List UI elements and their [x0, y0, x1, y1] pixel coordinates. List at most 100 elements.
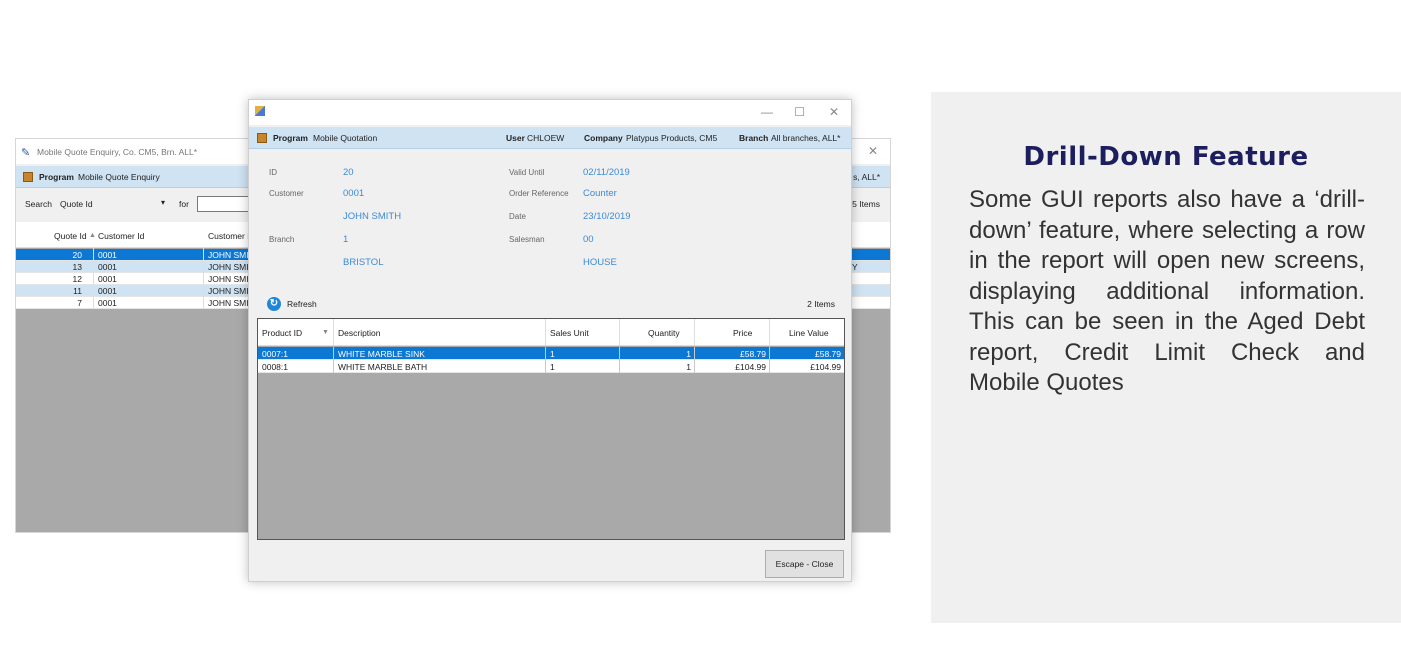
refresh-icon[interactable]: ↻ — [267, 297, 281, 311]
minimize-icon[interactable]: — — [761, 105, 773, 119]
column-product-id[interactable]: Product ID — [262, 328, 302, 338]
program-bar: Program Mobile Quotation User CHLOEW Com… — [249, 127, 851, 149]
company-label: Company — [584, 133, 623, 143]
cell-quote-id: 20 — [72, 250, 82, 260]
cell-quote-id: 7 — [77, 298, 82, 308]
salesman-code: 00 — [583, 234, 594, 245]
panel-heading: Drill-Down Feature — [1023, 142, 1309, 172]
branch-value: All branches, ALL* — [771, 133, 841, 143]
customer-label: Customer — [269, 189, 304, 198]
column-divider — [545, 360, 546, 373]
user-value: CHLOEW — [527, 133, 565, 143]
column-divider — [545, 347, 546, 360]
cell-quantity: 1 — [686, 349, 691, 359]
table-header: Product ID ▼ Description Sales Unit Quan… — [258, 319, 844, 346]
column-divider — [333, 319, 334, 346]
cell-customer-name: JOHN SMI — [208, 274, 249, 284]
cell-customer-id: 0001 — [98, 274, 117, 284]
table-row[interactable]: 0007:1 WHITE MARBLE SINK 1 1 £58.79 £58.… — [258, 347, 844, 360]
search-field-select[interactable]: Quote Id — [60, 199, 93, 209]
cell-customer-name: JOHN SMI — [208, 262, 249, 272]
order-reference-value: Counter — [583, 188, 617, 199]
customer-name: JOHN SMITH — [343, 211, 402, 222]
column-divider — [333, 347, 334, 360]
column-sales-unit[interactable]: Sales Unit — [550, 328, 589, 338]
column-quote-id[interactable]: Quote Id — [54, 231, 87, 241]
branch-name: BRISTOL — [343, 257, 384, 268]
column-description[interactable]: Description — [338, 328, 381, 338]
program-icon — [257, 133, 267, 143]
user-label: User — [506, 133, 525, 143]
info-panel: Drill-Down Feature Some GUI reports also… — [931, 92, 1401, 623]
cell-customer-id: 0001 — [98, 286, 117, 296]
close-icon[interactable]: ✕ — [868, 144, 878, 158]
cell-line-value: £104.99 — [810, 362, 841, 372]
refresh-button[interactable]: Refresh — [287, 299, 317, 309]
close-icon[interactable]: ✕ — [829, 105, 839, 119]
id-label: ID — [269, 168, 277, 177]
column-line-value[interactable]: Line Value — [789, 328, 829, 338]
chevron-down-icon[interactable]: ▾ — [161, 198, 165, 207]
column-divider — [545, 319, 546, 346]
app-icon: ✎ — [21, 147, 31, 159]
column-divider — [619, 319, 620, 346]
program-icon — [23, 172, 33, 182]
window-title: Mobile Quote Enquiry, Co. CM5, Brn. ALL* — [37, 147, 198, 157]
items-count: 5 Items — [852, 199, 880, 209]
cell-price: £58.79 — [740, 349, 766, 359]
branch-info-label: Branch — [269, 235, 295, 244]
maximize-icon[interactable]: ☐ — [794, 105, 805, 119]
valid-until-value: 02/11/2019 — [583, 167, 630, 178]
quote-lines-table: Product ID ▼ Description Sales Unit Quan… — [257, 318, 845, 540]
salesman-name: HOUSE — [583, 257, 617, 268]
cell-customer-name: JOHN SMI — [208, 286, 249, 296]
column-customer-name[interactable]: Customer N — [208, 231, 253, 241]
table-row[interactable]: 0008:1 WHITE MARBLE BATH 1 1 £104.99 £10… — [258, 360, 844, 373]
customer-code: 0001 — [343, 188, 365, 199]
date-label: Date — [509, 212, 526, 221]
app-icon — [255, 106, 265, 116]
column-divider — [769, 319, 770, 346]
mobile-quotation-dialog: — ☐ ✕ Program Mobile Quotation User CHLO… — [248, 99, 852, 582]
column-price[interactable]: Price — [733, 328, 752, 338]
cell-quote-id: 11 — [73, 286, 82, 296]
cell-line-value: £58.79 — [815, 349, 841, 359]
program-label: Program — [273, 133, 308, 143]
cell-tail: Y — [852, 262, 858, 272]
cell-customer-name: JOHN SMI — [208, 250, 249, 260]
cell-sales-unit: 1 — [550, 349, 555, 359]
cell-quote-id: 13 — [72, 262, 82, 272]
column-divider — [203, 248, 204, 308]
search-label: Search — [25, 199, 52, 209]
for-label: for — [179, 199, 189, 209]
salesman-label: Salesman — [509, 235, 545, 244]
cell-customer-name: JOHN SMI — [208, 298, 249, 308]
cell-product-id: 0007:1 — [262, 349, 288, 359]
column-customer-id[interactable]: Customer Id — [98, 231, 144, 241]
company-value: Platypus Products, CM5 — [626, 133, 718, 143]
branch-value: s, ALL* — [853, 172, 880, 182]
id-value: 20 — [343, 167, 354, 178]
cell-description: WHITE MARBLE BATH — [338, 362, 428, 372]
cell-customer-id: 0001 — [98, 250, 117, 260]
cell-product-id: 0008:1 — [262, 362, 288, 372]
sort-desc-icon: ▼ — [322, 329, 329, 336]
column-quantity[interactable]: Quantity — [648, 328, 680, 338]
column-divider — [694, 319, 695, 346]
title-bar: — ☐ ✕ — [249, 100, 851, 125]
escape-close-button[interactable]: Escape - Close — [765, 550, 844, 578]
column-divider — [333, 360, 334, 373]
sort-asc-icon: ▲ — [89, 232, 96, 239]
date-value: 23/10/2019 — [583, 211, 631, 222]
valid-until-label: Valid Until — [509, 168, 545, 177]
cell-sales-unit: 1 — [550, 362, 555, 372]
order-reference-label: Order Reference — [509, 189, 569, 198]
cell-quote-id: 12 — [72, 274, 82, 284]
program-name: Mobile Quotation — [313, 133, 378, 143]
branch-code: 1 — [343, 234, 349, 245]
cell-quantity: 1 — [686, 362, 691, 372]
cell-price: £104.99 — [735, 362, 766, 372]
cell-description: WHITE MARBLE SINK — [338, 349, 425, 359]
items-count: 2 Items — [807, 299, 835, 309]
branch-label: Branch — [739, 133, 769, 143]
